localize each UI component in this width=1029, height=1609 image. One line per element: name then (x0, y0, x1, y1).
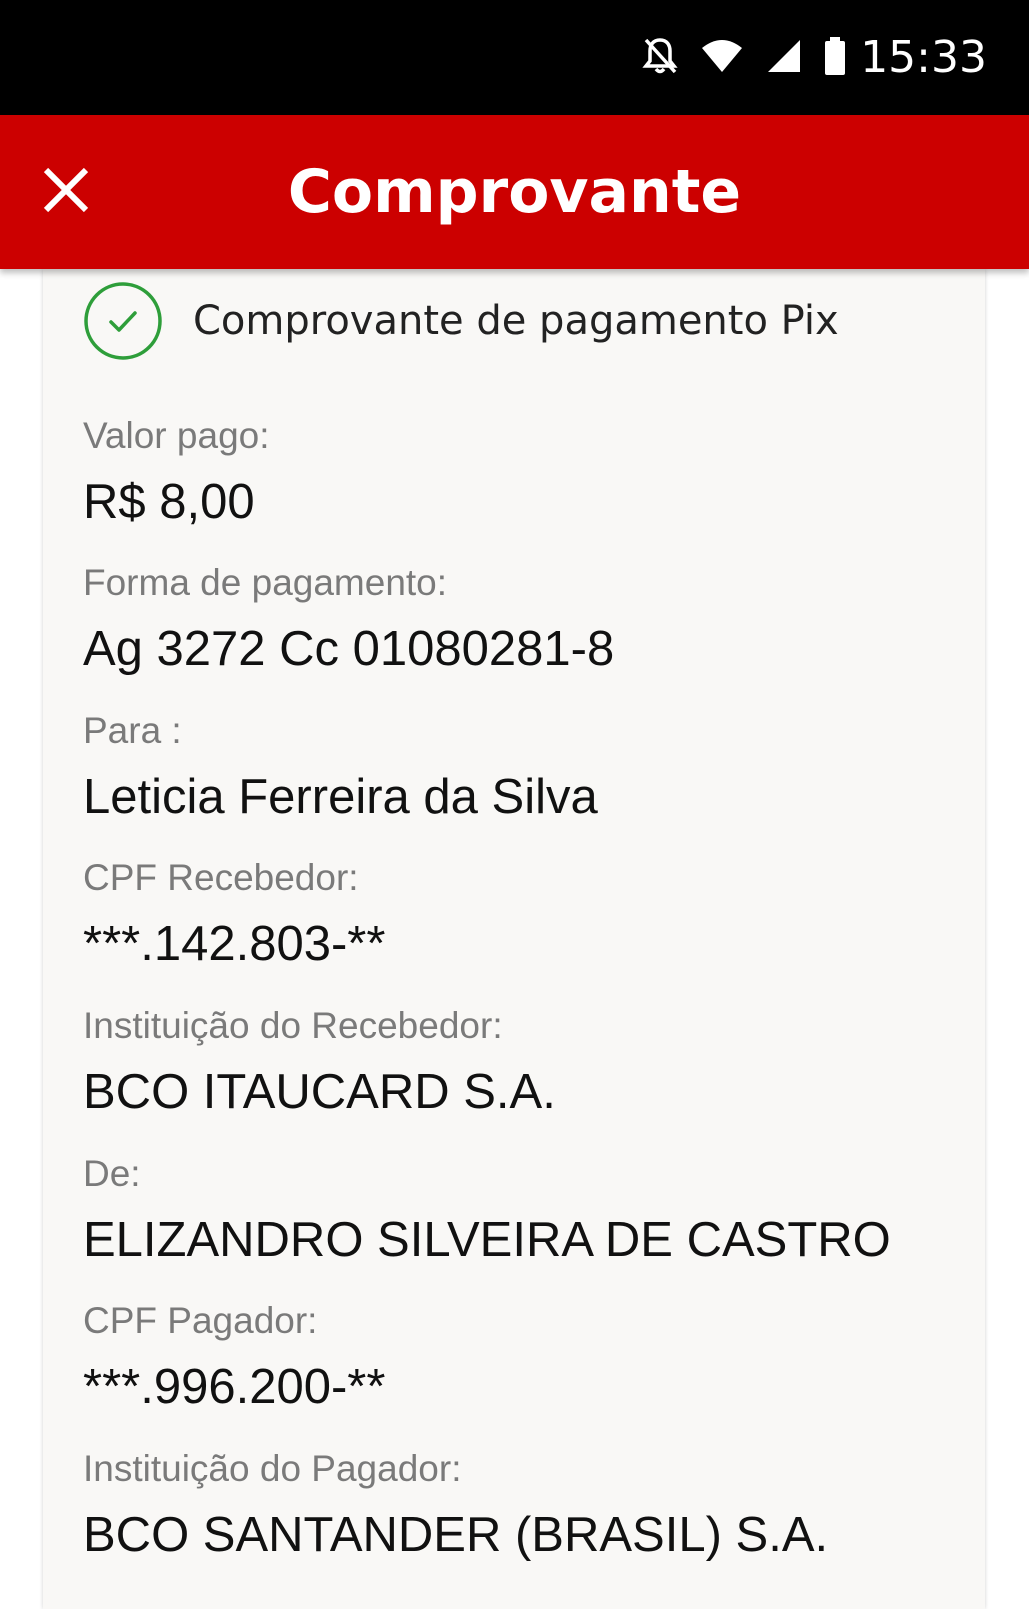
field-value: ***.142.803-** (83, 917, 386, 971)
field-value: Leticia Ferreira da Silva (83, 770, 598, 824)
check-circle-icon (83, 281, 163, 361)
field-value: Ag 3272 Cc 01080281-8 (83, 622, 615, 676)
receipt-header: Comprovante de pagamento Pix (83, 281, 839, 361)
receipt-title: Comprovante de pagamento Pix (193, 298, 839, 344)
field-value: ***.996.200-** (83, 1360, 386, 1414)
field-cpf-pagador: CPF Pagador: ***.996.200-** (83, 1299, 963, 1417)
field-para: Para : Leticia Ferreira da Silva (83, 709, 963, 827)
field-valor-pago: Valor pago: R$ 8,00 (83, 414, 963, 532)
battery-icon (824, 36, 846, 81)
field-value: BCO ITAUCARD S.A. (83, 1065, 556, 1119)
cell-signal-icon (766, 38, 802, 79)
wifi-icon (700, 38, 744, 79)
field-value: R$ 8,00 (83, 475, 255, 529)
field-value: ELIZANDRO SILVEIRA DE CASTRO (83, 1213, 891, 1267)
field-label: Instituição do Recebedor: (83, 1005, 503, 1046)
status-icons: 15:33 (642, 30, 987, 86)
field-label: CPF Pagador: (83, 1300, 318, 1341)
app-bar: Comprovante (0, 115, 1029, 269)
page-title: Comprovante (287, 157, 742, 227)
field-label: CPF Recebedor: (83, 857, 359, 898)
status-time: 15:33 (860, 32, 987, 83)
receipt-card: Comprovante de pagamento Pix Valor pago:… (43, 269, 985, 1609)
field-de: De: ELIZANDRO SILVEIRA DE CASTRO (83, 1152, 963, 1270)
field-label: De: (83, 1153, 141, 1194)
field-instituicao-pagador: Instituição do Pagador: BCO SANTANDER (B… (83, 1447, 963, 1565)
field-forma-pagamento: Forma de pagamento: Ag 3272 Cc 01080281-… (83, 561, 963, 679)
field-value: BCO SANTANDER (BRASIL) S.A. (83, 1508, 829, 1562)
field-label: Para : (83, 710, 182, 751)
field-label: Instituição do Pagador: (83, 1448, 462, 1489)
bell-off-icon (642, 36, 678, 81)
field-cpf-recebedor: CPF Recebedor: ***.142.803-** (83, 856, 963, 974)
field-instituicao-recebedor: Instituição do Recebedor: BCO ITAUCARD S… (83, 1004, 963, 1122)
status-bar: 15:33 (0, 0, 1029, 115)
field-label: Forma de pagamento: (83, 562, 448, 603)
field-label: Valor pago: (83, 415, 270, 456)
